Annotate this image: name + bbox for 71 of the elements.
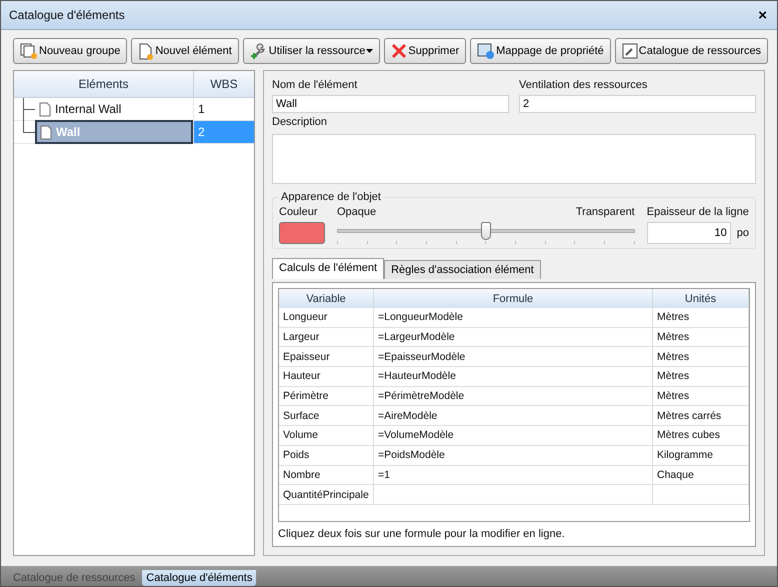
- hint-text: Cliquez deux fois sur une formule pour la modifier en ligne.: [278, 528, 566, 540]
- wbs-cell: 1: [193, 98, 254, 120]
- column-header: WBS: [209, 76, 239, 93]
- table-cell: =PoidsModèle: [374, 446, 653, 466]
- table-cell: Chaque: [653, 466, 749, 486]
- mapping-icon: [477, 42, 496, 60]
- table-cell: Périmètre: [279, 386, 374, 406]
- table-cell: =HauteurModèle: [374, 367, 653, 387]
- table-cell: Mètres carrés: [653, 406, 749, 426]
- table-cell: Mètres: [653, 308, 749, 328]
- new-group-icon: [20, 43, 38, 59]
- transparency-slider[interactable]: [337, 222, 635, 244]
- tab[interactable]: Catalogue d'éléments: [142, 570, 256, 586]
- table-cell: QuantitéPrincipale: [279, 485, 374, 505]
- name-field[interactable]: Wall: [272, 95, 509, 113]
- toolbar-button[interactable]: Mappage de propriété: [470, 38, 611, 64]
- table-cell: Kilogramme: [653, 446, 749, 466]
- toolbar-button[interactable]: Utiliser la ressource: [242, 38, 380, 64]
- catalog-icon: [622, 43, 638, 59]
- slider-thumb[interactable]: [480, 222, 491, 240]
- column-header: Formule: [374, 289, 653, 308]
- color-label: Couleur: [279, 206, 319, 218]
- field-label: Nom de l'élément: [272, 79, 358, 91]
- wbs-cell: 2: [193, 121, 254, 143]
- table-cell: Mètres cubes: [653, 426, 749, 446]
- toolbar-button[interactable]: Supprimer: [384, 38, 466, 64]
- delete-icon: [391, 43, 408, 59]
- column-header: Eléments: [14, 71, 194, 97]
- table-cell: =VolumeModèle: [374, 426, 653, 446]
- tab[interactable]: Calculs de l'élément: [272, 258, 384, 279]
- document-icon: [39, 102, 51, 116]
- table-cell: =1: [374, 466, 653, 486]
- tab[interactable]: Règles d'association élément: [384, 260, 541, 279]
- table-cell: =LargeurModèle: [374, 328, 653, 348]
- field-label: Description: [272, 116, 328, 128]
- document-icon: [40, 124, 52, 140]
- table-cell: Longueur: [279, 308, 374, 328]
- slider-label: Opaque: [337, 206, 376, 218]
- table-cell: Largeur: [279, 328, 374, 348]
- table-cell: =PérimètreModèle: [374, 386, 653, 406]
- group-title: Apparence de l'objet: [279, 191, 383, 203]
- thickness-field[interactable]: 10: [646, 222, 731, 244]
- table-cell: Mètres: [653, 347, 749, 368]
- tree-item[interactable]: Internal Wall: [35, 98, 193, 120]
- unit-label: po: [736, 227, 749, 239]
- table-cell: Mètres: [653, 367, 749, 387]
- table-cell: =AireModèle: [374, 406, 653, 426]
- description-field[interactable]: [272, 134, 756, 184]
- close-button[interactable]: ×: [756, 6, 769, 24]
- slider-label: Transparent: [576, 206, 635, 218]
- table-cell: Epaisseur: [279, 347, 374, 368]
- table-cell: =EpaisseurModèle: [374, 347, 653, 368]
- table-cell: Hauteur: [279, 367, 374, 387]
- table-cell: Surface: [279, 406, 374, 426]
- table-cell: Mètres: [653, 386, 749, 406]
- toolbar-button[interactable]: Nouvel élément: [131, 38, 239, 64]
- column-header: Unités: [653, 289, 749, 308]
- new-document-icon: [138, 42, 154, 60]
- field-label: Epaisseur de la ligne: [646, 206, 749, 218]
- field-label: Ventilation des ressources: [519, 79, 648, 91]
- table-cell: Nombre: [279, 466, 374, 486]
- table-cell: =LongueurModèle: [374, 308, 653, 328]
- table-cell: Poids: [279, 446, 374, 466]
- window-title: Catalogue d'éléments: [9, 8, 125, 22]
- breakdown-field[interactable]: 2: [519, 95, 756, 113]
- toolbar-button[interactable]: Nouveau groupe: [13, 38, 128, 64]
- color-swatch[interactable]: [279, 222, 325, 244]
- table-cell: Volume: [279, 426, 374, 446]
- column-header: Variable: [279, 289, 374, 308]
- toolbar-button[interactable]: Catalogue de ressources: [614, 38, 768, 64]
- table-cell: Mètres: [653, 328, 749, 348]
